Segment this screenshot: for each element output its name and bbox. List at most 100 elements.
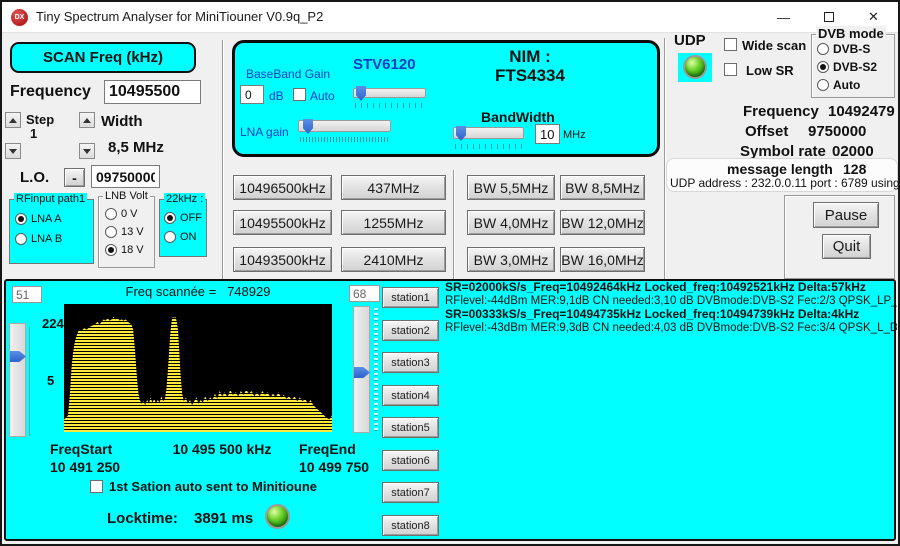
right-level-slider[interactable]	[353, 306, 370, 433]
frequency-input[interactable]	[104, 80, 201, 104]
preset-freq-3-button[interactable]: 10493500kHz	[233, 247, 332, 272]
station5-button[interactable]: station5	[382, 417, 439, 438]
rx-frequency-label: Frequency	[743, 103, 819, 120]
station1-button[interactable]: station1	[382, 287, 439, 308]
tone-on-radio[interactable]	[164, 231, 176, 243]
bandwidth-slider[interactable]	[453, 127, 524, 139]
right-level-slider-thumb[interactable]	[354, 367, 370, 378]
left-level-slider[interactable]	[9, 323, 26, 437]
maximize-icon	[824, 12, 834, 22]
freq-end-value: 10 499 750	[299, 459, 369, 475]
dvb-auto-label: Auto	[833, 78, 860, 92]
arrow-up-icon	[9, 118, 17, 123]
tuner-panel: STV6120 NIM : FTS4334 BaseBand Gain dB A…	[232, 40, 660, 157]
lnb-13v-radio[interactable]	[105, 226, 117, 238]
result-2-summary: SR=00333kS/s_Freq=10494735kHz Locked_fre…	[445, 308, 897, 322]
result-2-detail: RFlevel:-43dBm MER:9,3dB CN needed:4,03 …	[445, 322, 897, 336]
separator-line	[453, 170, 455, 279]
wide-scan-checkbox[interactable]	[724, 38, 737, 51]
bw-3-0-button[interactable]: BW 3,0MHz	[467, 247, 555, 272]
dvb-s2-radio[interactable]	[817, 61, 829, 73]
width-down-button[interactable]	[79, 143, 95, 159]
auto-gain-label: Auto	[310, 89, 335, 103]
station4-button[interactable]: station4	[382, 385, 439, 406]
lna-gain-slider[interactable]	[298, 120, 391, 132]
lna-a-radio[interactable]	[15, 213, 27, 225]
preset-mhz-2-button[interactable]: 1255MHz	[341, 210, 446, 235]
minimize-button[interactable]: —	[761, 2, 806, 32]
preset-freq-1-button[interactable]: 10496500kHz	[233, 175, 332, 200]
rf-input-group-title: RFinput path1	[14, 193, 87, 205]
bw-8-5-button[interactable]: BW 8,5MHz	[560, 175, 645, 200]
baseband-gain-input[interactable]	[240, 85, 264, 104]
preset-freq-2-button[interactable]: 10495500kHz	[233, 210, 332, 235]
locktime-value: 3891 ms	[194, 510, 253, 527]
step-down-button[interactable]	[5, 143, 21, 159]
slider-ticks	[355, 103, 425, 108]
wide-scan-label: Wide scan	[742, 38, 806, 53]
baseband-gain-slider-thumb[interactable]	[356, 86, 366, 101]
auto-send-checkbox[interactable]	[90, 480, 103, 493]
udp-status-led	[683, 55, 707, 79]
chip-title: STV6120	[353, 56, 416, 73]
separator-line	[222, 40, 224, 279]
dvb-s-radio[interactable]	[817, 43, 829, 55]
station8-button[interactable]: station8	[382, 515, 439, 536]
step-up-button[interactable]	[5, 112, 21, 128]
tone-on-label: ON	[180, 231, 197, 243]
auto-gain-checkbox[interactable]	[293, 88, 306, 101]
station3-button[interactable]: station3	[382, 352, 439, 373]
preset-mhz-1-button[interactable]: 437MHz	[341, 175, 446, 200]
bw-5-5-button[interactable]: BW 5,5MHz	[467, 175, 555, 200]
nim-title-line1: NIM :	[465, 47, 595, 67]
scan-results: SR=02000kS/s_Freq=10492464kHz Locked_fre…	[445, 281, 897, 335]
station6-button[interactable]: station6	[382, 450, 439, 471]
lo-label: L.O.	[20, 169, 49, 186]
lock-status-led	[265, 504, 290, 529]
lo-input[interactable]	[91, 165, 160, 188]
lna-gain-label: LNA gain	[240, 125, 289, 139]
step-label: Step	[26, 112, 54, 127]
dvb-mode-group: DVB mode DVB-S DVB-S2 Auto	[811, 34, 895, 98]
offset-value: 9750000	[808, 123, 866, 140]
arrow-up-icon	[83, 118, 91, 123]
tone-22khz-group-title: 22kHz :	[164, 193, 205, 205]
rf-input-group: RFinput path1 LNA A LNA B	[9, 199, 94, 264]
station7-button[interactable]: station7	[382, 482, 439, 503]
dvb-auto-radio[interactable]	[817, 79, 829, 91]
result-1-detail: RFlevel:-44dBm MER:9,1dB CN needed:3,10 …	[445, 295, 897, 309]
dvb-s-label: DVB-S	[833, 42, 870, 56]
station2-button[interactable]: station2	[382, 320, 439, 341]
tone-22khz-group: 22kHz : OFF ON	[159, 199, 207, 257]
bandwidth-input[interactable]	[535, 124, 560, 144]
lna-gain-slider-thumb[interactable]	[303, 119, 313, 134]
tone-off-radio[interactable]	[164, 212, 176, 224]
bandwidth-slider-thumb[interactable]	[456, 126, 466, 141]
lna-a-label: LNA A	[31, 213, 62, 225]
freq-scanned-value: 748929	[227, 284, 270, 299]
dvb-s2-label: DVB-S2	[833, 60, 877, 74]
lnb-0v-radio[interactable]	[105, 208, 117, 220]
width-up-button[interactable]	[79, 112, 95, 128]
rx-frequency-value: 10492479	[828, 103, 895, 120]
low-sr-checkbox[interactable]	[724, 63, 737, 76]
scale-top-label: 224	[42, 316, 64, 331]
lna-b-radio[interactable]	[15, 233, 27, 245]
bw-16-0-button[interactable]: BW 16,0MHz	[560, 247, 645, 272]
dvb-mode-group-title: DVB mode	[816, 26, 886, 41]
width-label: Width	[101, 113, 143, 130]
bw-4-0-button[interactable]: BW 4,0MHz	[467, 210, 555, 235]
left-slider-value-input[interactable]	[12, 286, 42, 303]
lo-minus-button[interactable]: -	[64, 168, 85, 187]
left-level-slider-thumb[interactable]	[10, 351, 26, 362]
preset-mhz-3-button[interactable]: 2410MHz	[341, 247, 446, 272]
lnb-18v-radio[interactable]	[105, 244, 117, 256]
baseband-gain-slider[interactable]	[353, 88, 426, 98]
pause-button[interactable]: Pause	[813, 202, 879, 228]
bw-12-0-button[interactable]: BW 12,0MHz	[560, 210, 645, 235]
quit-button[interactable]: Quit	[822, 234, 871, 259]
scan-freq-button[interactable]: SCAN Freq (kHz)	[10, 42, 196, 73]
right-slider-value-input[interactable]	[349, 285, 380, 302]
lnb-13v-label: 13 V	[121, 226, 144, 238]
bandwidth-label: BandWidth	[481, 109, 555, 125]
